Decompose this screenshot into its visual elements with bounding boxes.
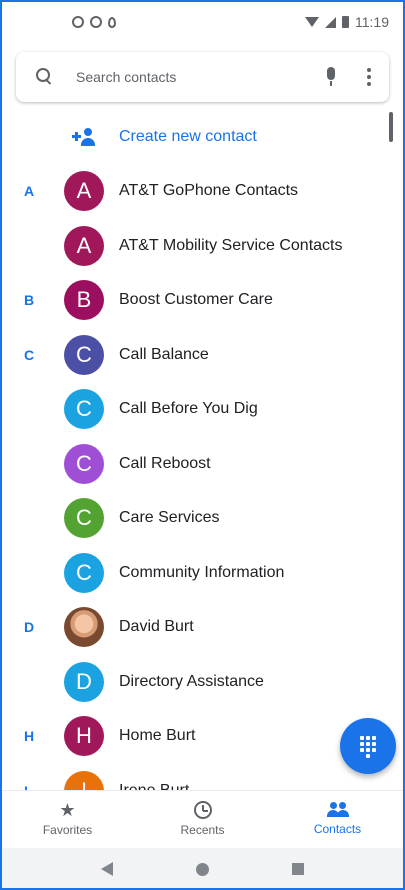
dialpad-button[interactable] xyxy=(340,718,396,774)
avatar: C xyxy=(64,552,104,593)
search-icon[interactable] xyxy=(34,66,56,88)
contact-name: Care Services xyxy=(119,509,220,527)
location-icon xyxy=(108,16,116,28)
section-letter: D xyxy=(24,619,35,636)
people-icon xyxy=(326,801,349,818)
tab-recents[interactable]: Recents xyxy=(135,791,270,846)
status-right: 11:19 xyxy=(305,14,389,30)
section-letter: B xyxy=(24,292,35,309)
contact-row[interactable]: C Call Reboost xyxy=(0,437,405,492)
avatar: D xyxy=(64,661,104,702)
create-contact-row[interactable]: Create new contact xyxy=(0,112,405,162)
home-icon[interactable] xyxy=(195,862,209,876)
avatar: B xyxy=(64,280,104,321)
search-bar[interactable] xyxy=(16,52,389,102)
contact-name: Directory Assistance xyxy=(119,672,264,690)
contact-row[interactable]: A A AT&T GoPhone Contacts xyxy=(0,164,405,219)
globe-icon xyxy=(90,16,102,28)
avatar: C xyxy=(64,389,104,430)
contact-name: AT&T GoPhone Contacts xyxy=(119,182,299,200)
add-person-icon xyxy=(72,126,98,148)
contact-name: David Burt xyxy=(119,618,194,636)
section-letter: A xyxy=(24,183,35,200)
tab-recents-label: Recents xyxy=(180,822,225,837)
contact-row[interactable]: C Call Before You Dig xyxy=(0,382,405,437)
contact-row[interactable]: C Care Services xyxy=(0,491,405,546)
tab-favorites-label: Favorites xyxy=(42,822,93,837)
avatar: A xyxy=(64,225,104,266)
contact-row[interactable]: D David Burt xyxy=(0,600,405,655)
system-nav-bar xyxy=(0,848,405,890)
status-bar: 11:19 xyxy=(0,0,405,44)
status-left xyxy=(72,16,116,28)
avatar xyxy=(64,607,104,648)
contact-name: Call Reboost xyxy=(119,454,211,472)
contact-name: AT&T Mobility Service Contacts xyxy=(119,236,343,254)
back-icon[interactable] xyxy=(101,862,114,876)
contact-row[interactable]: C C Call Balance xyxy=(0,328,405,383)
avatar: C xyxy=(64,498,104,539)
create-contact-label: Create new contact xyxy=(119,128,257,145)
contact-row[interactable]: D Directory Assistance xyxy=(0,655,405,710)
data-saver-icon xyxy=(72,16,84,28)
mic-icon[interactable] xyxy=(319,65,343,89)
contact-name: Call Before You Dig xyxy=(119,400,258,418)
contact-name: Boost Customer Care xyxy=(119,291,273,309)
wifi-icon xyxy=(305,17,319,27)
contact-name: Call Balance xyxy=(119,345,209,363)
tab-favorites[interactable]: ★ Favorites xyxy=(0,791,135,846)
signal-icon xyxy=(325,16,336,28)
clock-icon xyxy=(193,800,212,819)
contact-row[interactable]: A AT&T Mobility Service Contacts xyxy=(0,219,405,274)
section-letter: H xyxy=(24,728,35,745)
tab-contacts-label: Contacts xyxy=(313,821,362,836)
search-input[interactable] xyxy=(76,62,319,92)
contact-row[interactable]: B B Boost Customer Care xyxy=(0,273,405,328)
contact-name: Community Information xyxy=(119,563,285,581)
dialpad-icon xyxy=(360,736,376,758)
battery-icon xyxy=(342,16,349,28)
recents-icon[interactable] xyxy=(291,863,304,875)
avatar: C xyxy=(64,443,104,484)
contact-name: Home Burt xyxy=(119,727,196,745)
status-time: 11:19 xyxy=(355,14,389,30)
star-icon: ★ xyxy=(59,799,76,820)
contact-row[interactable]: C Community Information xyxy=(0,546,405,601)
bottom-nav: ★ Favorites Recents Contacts xyxy=(0,790,405,846)
avatar: C xyxy=(64,334,104,375)
contact-list: A A AT&T GoPhone Contacts A AT&T Mobility Se… xyxy=(0,164,405,818)
avatar: A xyxy=(64,171,104,212)
section-letter: C xyxy=(24,346,35,363)
avatar: H xyxy=(64,716,104,757)
more-vert-icon[interactable] xyxy=(363,65,375,89)
tab-contacts[interactable]: Contacts xyxy=(270,791,405,846)
